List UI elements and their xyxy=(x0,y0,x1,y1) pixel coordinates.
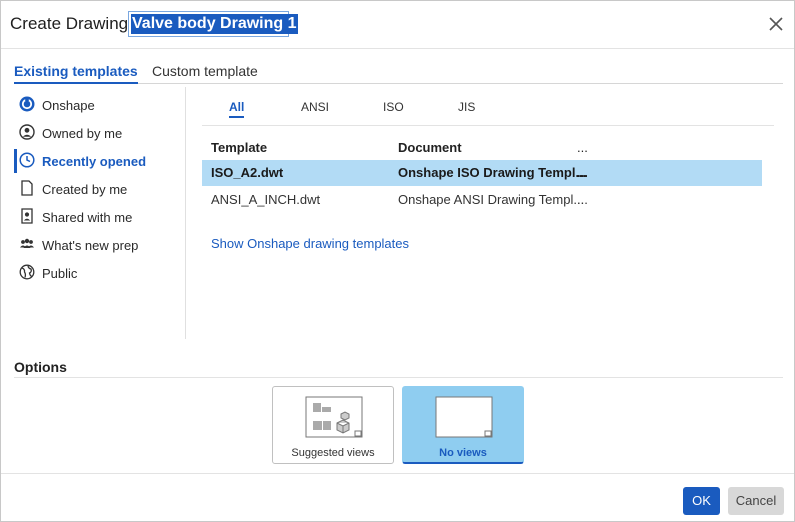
sidebar-item-label: Shared with me xyxy=(42,210,133,225)
document-icon xyxy=(21,180,33,196)
sidebar-item-label: Recently opened xyxy=(42,154,147,169)
filter-all[interactable]: All xyxy=(229,100,245,118)
column-header-more[interactable]: ... xyxy=(577,140,588,155)
clock-icon xyxy=(19,152,35,168)
sidebar-item-label: Onshape xyxy=(42,98,95,113)
column-header-document: Document xyxy=(398,140,462,155)
sidebar-item-recently-opened[interactable]: Recently opened xyxy=(14,149,187,173)
cell-document: Onshape ISO Drawing Templ... xyxy=(398,165,587,180)
cell-more: ... xyxy=(577,165,588,180)
shared-user-icon xyxy=(21,208,33,224)
sidebar-item-whats-new-prep[interactable]: What's new prep xyxy=(14,233,184,257)
onshape-logo-icon xyxy=(19,96,35,112)
dialog-title: Create Drawing: xyxy=(10,14,133,33)
standard-filter-tabs: All ANSI ISO JIS xyxy=(202,95,774,126)
template-tabs: Existing templates Custom template xyxy=(14,61,783,84)
option-no-views[interactable]: No views xyxy=(402,386,524,464)
sidebar-item-created-by-me[interactable]: Created by me xyxy=(14,177,184,201)
table-row[interactable]: ISO_A2.dwt Onshape ISO Drawing Templ... … xyxy=(202,160,762,186)
sidebar-item-label: Public xyxy=(42,266,78,281)
table-header: Template Document ... xyxy=(202,135,762,159)
show-onshape-templates-link[interactable]: Show Onshape drawing templates xyxy=(211,236,409,251)
options-header: Options xyxy=(14,359,67,375)
sidebar-item-onshape[interactable]: Onshape xyxy=(14,93,184,117)
blank-sheet-icon xyxy=(435,396,493,438)
create-drawing-dialog: Create Drawing: Valve body Drawing 1 Exi… xyxy=(0,0,795,522)
cell-template: ISO_A2.dwt xyxy=(211,165,284,180)
sidebar-item-owned-by-me[interactable]: Owned by me xyxy=(14,121,184,145)
globe-icon xyxy=(19,264,35,280)
suggested-views-icon xyxy=(305,396,363,438)
cell-template: ANSI_A_INCH.dwt xyxy=(211,192,321,207)
filter-ansi[interactable]: ANSI xyxy=(301,100,329,114)
tab-existing-templates[interactable]: Existing templates xyxy=(14,63,138,84)
sidebar-item-shared-with-me[interactable]: Shared with me xyxy=(14,205,184,229)
user-icon xyxy=(19,124,35,140)
table-row[interactable]: ANSI_A_INCH.dwt Onshape ANSI Drawing Tem… xyxy=(202,187,762,213)
column-header-template: Template xyxy=(211,140,268,155)
option-suggested-views[interactable]: Suggested views xyxy=(272,386,394,464)
divider xyxy=(1,473,794,474)
drawing-name-input[interactable]: Valve body Drawing 1 xyxy=(128,11,298,37)
team-icon xyxy=(20,238,34,248)
dialog-titlebar: Create Drawing: Valve body Drawing 1 xyxy=(1,1,794,49)
tab-custom-template[interactable]: Custom template xyxy=(152,63,258,79)
cell-document: Onshape ANSI Drawing Templ... xyxy=(398,192,585,207)
ok-button[interactable]: OK xyxy=(683,487,720,515)
sidebar-item-public[interactable]: Public xyxy=(14,261,184,285)
drawing-name-value: Valve body Drawing 1 xyxy=(131,14,298,34)
close-icon[interactable] xyxy=(767,15,785,33)
cancel-button[interactable]: Cancel xyxy=(728,487,784,515)
option-label: No views xyxy=(439,447,487,459)
filter-iso[interactable]: ISO xyxy=(383,100,404,114)
filter-jis[interactable]: JIS xyxy=(458,100,475,114)
sidebar-item-label: Created by me xyxy=(42,182,128,197)
sidebar-item-label: Owned by me xyxy=(42,126,123,141)
cell-more: ... xyxy=(577,192,588,207)
sidebar-item-label: What's new prep xyxy=(42,238,139,253)
divider xyxy=(14,377,783,378)
option-label: Suggested views xyxy=(291,447,375,459)
sidebar: Onshape Owned by me Recently opened Crea… xyxy=(14,87,186,339)
